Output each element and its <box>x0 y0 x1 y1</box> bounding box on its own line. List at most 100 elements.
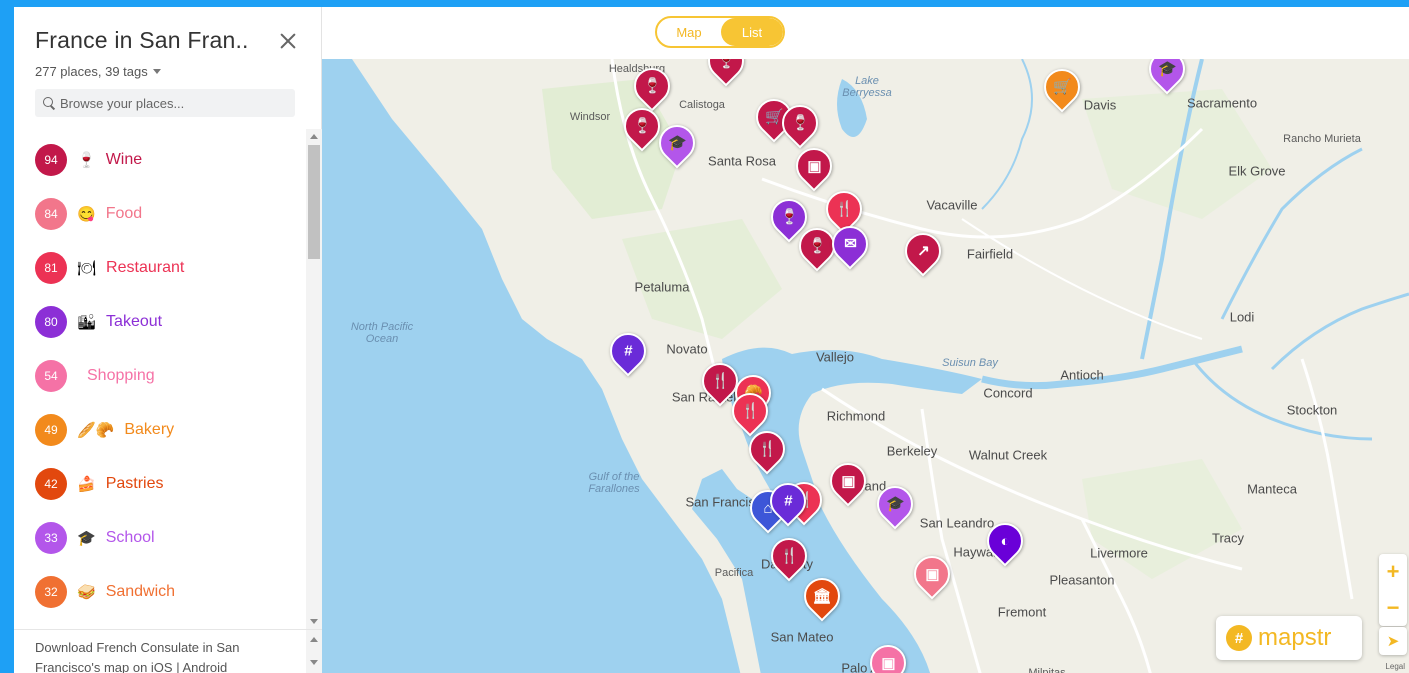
map-toggle-option[interactable]: Map <box>657 18 721 46</box>
tag-count-badge: 42 <box>35 468 67 500</box>
tag-emoji-icon: 🏙 <box>77 313 97 331</box>
search-input[interactable] <box>60 95 280 111</box>
tag-label: Pastries <box>105 475 164 492</box>
stats-dropdown[interactable]: 277 places, 39 tags <box>35 64 300 79</box>
tag-emoji-icon: 🍷 <box>77 151 96 169</box>
tag-count-badge: 49 <box>35 414 67 446</box>
scroll-down-arrow[interactable] <box>310 619 318 624</box>
wine-icon: 🍷 <box>716 59 736 70</box>
place-label: Fairfield <box>966 246 1014 262</box>
tag-emoji-icon: 🎓 <box>77 529 96 547</box>
tag-label: Shopping <box>87 367 155 384</box>
place-label: Petaluma <box>634 279 690 295</box>
footer-scroll-down[interactable] <box>310 660 318 665</box>
place-label: Pacifica <box>714 567 754 579</box>
tag-count-badge: 54 <box>35 360 67 392</box>
place-label: Richmond <box>826 408 886 424</box>
caret-down-icon <box>152 69 161 74</box>
footer-scrollbar[interactable] <box>306 630 322 673</box>
tag-count-badge: 81 <box>35 252 67 284</box>
place-label: Milpitas <box>1028 667 1066 673</box>
tag-count-badge: 94 <box>35 144 67 176</box>
tag-emoji-icon: 😋 <box>77 205 96 223</box>
wine-icon: 🍷 <box>807 237 827 255</box>
map-base-layer <box>352 59 1409 673</box>
tag-label: Restaurant <box>106 259 185 276</box>
locate-icon[interactable]: ➤ <box>1379 627 1407 655</box>
restaurant-icon: 🍴 <box>779 547 799 565</box>
top-bar: Map List <box>322 7 1409 59</box>
place-label: Lodi <box>1229 309 1255 325</box>
mapstr-logo[interactable]: # mapstr <box>1216 616 1362 660</box>
tag-item[interactable]: 94 🍷 Wine <box>14 133 306 187</box>
place-label: Rancho Murieta <box>1283 133 1361 145</box>
tag-label: Wine <box>105 151 143 168</box>
place-label: Windsor <box>569 111 611 123</box>
wine-icon: 🍷 <box>790 114 810 132</box>
cart-icon: 🛒 <box>1052 78 1072 96</box>
tag-emoji-icon: 🍰 <box>77 475 96 493</box>
place-label: San Mateo <box>770 629 834 645</box>
footer-line-1[interactable]: Download French Consulate in San <box>35 638 298 658</box>
tag-label: Sandwich <box>105 583 176 600</box>
tag-count-badge: 84 <box>35 198 67 230</box>
restaurant-icon: 🍴 <box>710 372 730 390</box>
place-label: North Pacific Ocean <box>350 321 414 345</box>
tag-item[interactable]: 33 🎓 School <box>14 511 306 565</box>
bag-icon: ▣ <box>840 472 856 490</box>
school-icon: 🎓 <box>667 134 687 152</box>
footer-scroll-up[interactable] <box>310 637 318 642</box>
tag-emoji-icon: 🍽 <box>77 259 97 277</box>
place-label: Vacaville <box>926 197 978 213</box>
title-row: France in San Fran.. <box>35 27 300 54</box>
place-label: Calistoga <box>679 99 725 111</box>
place-label: San Leandro <box>919 515 995 531</box>
place-label: Pleasanton <box>1049 572 1115 588</box>
zoom-control: + − <box>1379 554 1407 626</box>
tag-item[interactable]: 81 🍽 Restaurant <box>14 241 306 295</box>
tag-emoji-icon: 🥖🥐 <box>77 421 115 439</box>
brand-name: mapstr <box>1258 624 1332 651</box>
place-label: Santa Rosa <box>708 153 776 169</box>
map-canvas[interactable]: Healdsburg Calistoga Windsor Santa Rosa Lake… <box>322 59 1409 673</box>
place-label: Manteca <box>1247 481 1297 497</box>
place-label: Tracy <box>1211 530 1245 546</box>
tag-item[interactable]: 84 😋 Food <box>14 187 306 241</box>
tag-list-scrollbar[interactable] <box>306 129 322 629</box>
view-toggle[interactable]: Map List <box>655 16 785 48</box>
close-icon[interactable] <box>278 31 298 51</box>
tag-list: 94 🍷 Wine 84 😋 Food 81 🍽 Restaurant 80 🏙 Takeout 54 S… <box>14 133 306 627</box>
mail-icon: ✉ <box>843 235 857 253</box>
legal-link[interactable]: Legal <box>1385 662 1405 671</box>
place-label: Sacramento <box>1186 95 1258 111</box>
wine-icon: 🍷 <box>642 77 662 95</box>
wine-icon: 🍷 <box>632 117 652 135</box>
footer-line-2[interactable]: Francisco's map on iOS | Android <box>35 658 298 673</box>
wine-icon: 🍷 <box>779 208 799 226</box>
place-label: Concord <box>983 385 1033 401</box>
tag-item[interactable]: 80 🏙 Takeout <box>14 295 306 349</box>
sidebar-header: France in San Fran.. 277 places, 39 tags <box>14 7 321 117</box>
zoom-out-button[interactable]: − <box>1379 590 1407 626</box>
restaurant-icon: 🍴 <box>834 200 854 218</box>
school-icon: 🎓 <box>1157 60 1177 78</box>
scroll-thumb[interactable] <box>308 145 320 259</box>
place-label: Novato <box>666 341 708 357</box>
mapstr-pin-icon: # <box>1226 625 1252 651</box>
scroll-up-arrow[interactable] <box>310 134 318 139</box>
list-toggle-option[interactable]: List <box>721 18 783 46</box>
place-label: Livermore <box>1090 545 1148 561</box>
place-label: Stockton <box>1286 402 1338 418</box>
tag-item[interactable]: 42 🍰 Pastries <box>14 457 306 511</box>
zoom-in-button[interactable]: + <box>1379 554 1407 590</box>
photo-icon: ▣ <box>806 157 822 175</box>
place-label: Vallejo <box>815 349 855 365</box>
bag-icon: ▣ <box>880 654 896 672</box>
app-window: France in San Fran.. 277 places, 39 tags… <box>14 7 1409 673</box>
bank-icon: 🏛 <box>812 587 832 605</box>
place-label: Davis <box>1083 97 1117 113</box>
tag-item[interactable]: 32 🥪 Sandwich <box>14 565 306 619</box>
tag-item[interactable]: 54 Shopping <box>14 349 306 403</box>
tag-item[interactable]: 49 🥖🥐 Bakery <box>14 403 306 457</box>
search-box[interactable] <box>35 89 295 117</box>
